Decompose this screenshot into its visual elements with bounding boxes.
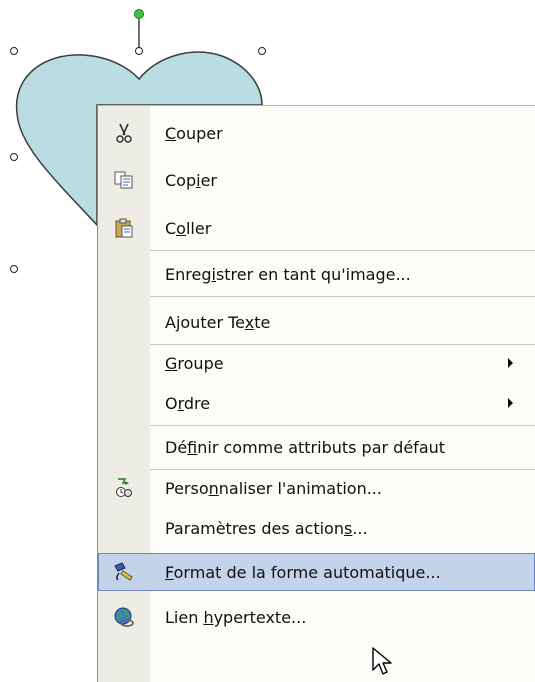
- menu-item-label: Enregistrer en tant qu'image...: [165, 264, 411, 284]
- format-brush-icon: [98, 553, 150, 591]
- resize-handle-bottom-left[interactable]: [10, 265, 18, 273]
- menu-item-groupe[interactable]: Groupe: [98, 344, 535, 382]
- menu-item-enregistrer-en-tant-qu-image[interactable]: Enregistrer en tant qu'image...: [98, 255, 535, 293]
- menu-separator: [150, 425, 535, 426]
- menu-item-coller[interactable]: Coller: [98, 209, 535, 247]
- submenu-arrow-icon: [508, 398, 513, 408]
- menu-item-icon-slot: [98, 303, 150, 341]
- hyperlink-globe-icon: [98, 598, 150, 636]
- menu-item-label: Lien hypertexte...: [165, 607, 307, 627]
- menu-item-couper[interactable]: Couper: [98, 114, 535, 152]
- menu-item-paramètres-des-actions[interactable]: Paramètres des actions...: [98, 509, 535, 547]
- menu-item-ajouter-texte[interactable]: Ajouter Texte: [98, 303, 535, 341]
- menu-item-label: Format de la forme automatique...: [165, 562, 441, 582]
- menu-item-icon-slot: [98, 428, 150, 466]
- menu-item-format-de-la-forme-automatique[interactable]: Format de la forme automatique...: [98, 553, 535, 591]
- menu-item-définir-comme-attributs-par-défaut[interactable]: Définir comme attributs par défaut: [98, 428, 535, 466]
- resize-handle-top[interactable]: [135, 47, 143, 55]
- mouse-pointer-icon: [372, 647, 392, 675]
- resize-handle-top-left[interactable]: [10, 47, 18, 55]
- menu-item-icon-slot: [98, 509, 150, 547]
- menu-separator: [150, 296, 535, 297]
- menu-item-label: Coller: [165, 218, 212, 238]
- paste-icon: [98, 209, 150, 247]
- context-menu: Couper Copier Coller Enregistrer en tant qu…: [97, 105, 535, 682]
- submenu-arrow-icon: [508, 358, 513, 368]
- menu-item-label: Couper: [165, 123, 223, 143]
- menu-item-copier[interactable]: Copier: [98, 161, 535, 199]
- menu-item-ordre[interactable]: Ordre: [98, 384, 535, 422]
- menu-item-icon-slot: [98, 344, 150, 382]
- menu-item-label: Personnaliser l'animation...: [165, 478, 382, 498]
- copy-icon: [98, 161, 150, 199]
- menu-item-label: Ordre: [165, 393, 211, 413]
- resize-handle-top-right[interactable]: [258, 47, 266, 55]
- menu-item-label: Groupe: [165, 353, 224, 373]
- menu-item-lien-hypertexte[interactable]: Lien hypertexte...: [98, 598, 535, 636]
- menu-item-label: Définir comme attributs par défaut: [165, 437, 446, 457]
- menu-item-label: Ajouter Texte: [165, 312, 271, 332]
- menu-item-icon-slot: [98, 384, 150, 422]
- menu-separator: [150, 250, 535, 251]
- menu-item-personnaliser-l-animation[interactable]: Personnaliser l'animation...: [98, 469, 535, 507]
- animation-icon: [98, 469, 150, 507]
- scissors-icon: [98, 114, 150, 152]
- menu-item-label: Paramètres des actions...: [165, 518, 368, 538]
- resize-handle-left[interactable]: [10, 153, 18, 161]
- rotate-handle[interactable]: [134, 9, 144, 19]
- menu-item-label: Copier: [165, 170, 217, 190]
- menu-item-icon-slot: [98, 255, 150, 293]
